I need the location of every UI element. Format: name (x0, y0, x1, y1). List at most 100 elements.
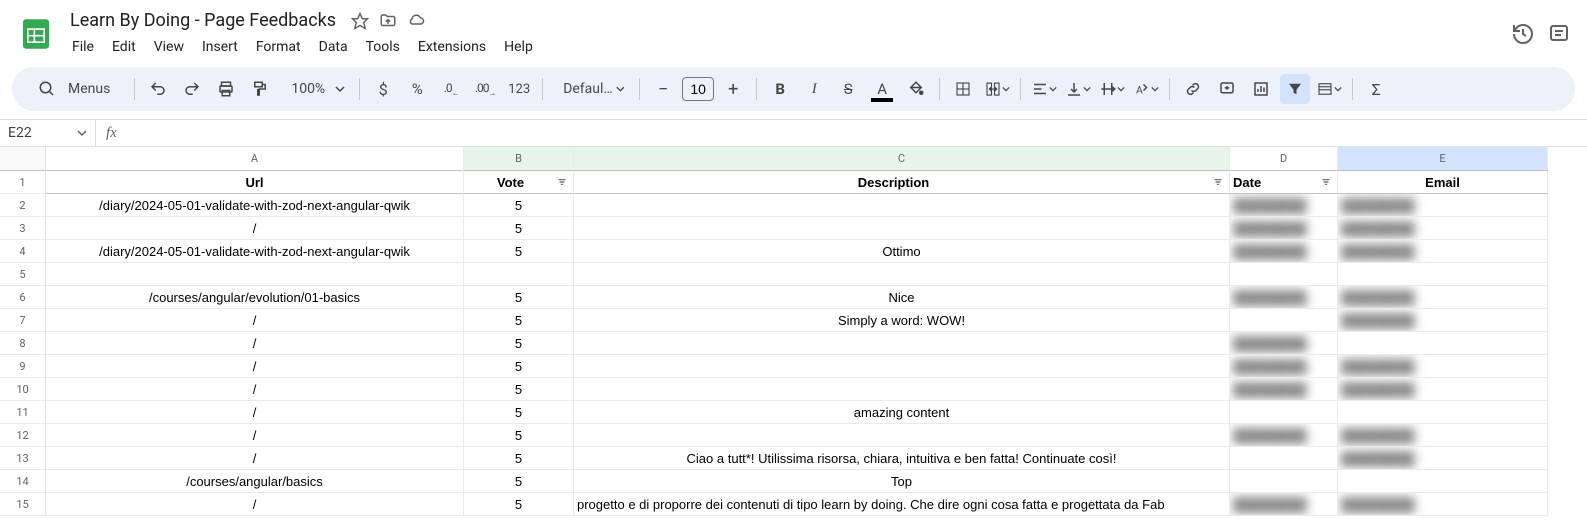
doc-title[interactable]: Learn By Doing - Page Feedbacks (64, 8, 342, 33)
wrap-button[interactable] (1097, 74, 1127, 104)
header-cell-url[interactable]: Url (46, 171, 464, 194)
column-header-E[interactable]: E (1338, 147, 1548, 171)
cell[interactable]: 5 (464, 401, 574, 424)
row-header[interactable]: 12 (0, 424, 46, 447)
row-header[interactable]: 2 (0, 194, 46, 217)
row-header[interactable]: 11 (0, 401, 46, 424)
header-cell-description[interactable]: Description (574, 171, 1230, 194)
cell[interactable]: progetto e di proporre dei contenuti di … (574, 493, 1230, 516)
cell[interactable]: ████████ (1230, 424, 1338, 447)
cell[interactable]: ████████ (1230, 286, 1338, 309)
percent-button[interactable]: % (402, 74, 432, 104)
menu-format[interactable]: Format (248, 35, 309, 59)
star-icon[interactable] (350, 11, 370, 31)
cell[interactable]: /diary/2024-05-01-validate-with-zod-next… (46, 194, 464, 217)
row-header[interactable]: 7 (0, 309, 46, 332)
cell[interactable]: / (46, 447, 464, 470)
cell[interactable]: ████████ (1338, 194, 1548, 217)
row-header[interactable]: 3 (0, 217, 46, 240)
cell[interactable]: / (46, 355, 464, 378)
strikethrough-button[interactable]: S (833, 74, 863, 104)
cell[interactable] (574, 424, 1230, 447)
row-header[interactable]: 10 (0, 378, 46, 401)
cell[interactable]: ████████ (1338, 217, 1548, 240)
cell[interactable]: 5 (464, 217, 574, 240)
column-header-A[interactable]: A (46, 147, 464, 171)
row-header[interactable]: 4 (0, 240, 46, 263)
functions-button[interactable]: Σ (1361, 74, 1391, 104)
cell[interactable]: ████████ (1338, 286, 1548, 309)
cell[interactable] (464, 263, 574, 286)
font-dropdown[interactable]: Defaul… (551, 77, 631, 101)
cell[interactable]: ████████ (1338, 447, 1548, 470)
cell[interactable] (1338, 470, 1548, 493)
cell[interactable]: /diary/2024-05-01-validate-with-zod-next… (46, 240, 464, 263)
menu-help[interactable]: Help (496, 35, 541, 59)
cell[interactable]: / (46, 493, 464, 516)
name-box[interactable]: E22 (0, 120, 96, 146)
cell[interactable]: 5 (464, 194, 574, 217)
cell[interactable]: /courses/angular/evolution/01-basics (46, 286, 464, 309)
cell[interactable]: Simply a word: WOW! (574, 309, 1230, 332)
column-header-D[interactable]: D (1230, 147, 1338, 171)
move-icon[interactable] (378, 11, 398, 31)
undo-button[interactable] (143, 74, 173, 104)
header-cell-email[interactable]: Email (1338, 171, 1548, 194)
paint-format-button[interactable] (245, 74, 275, 104)
row-header[interactable]: 13 (0, 447, 46, 470)
cell[interactable] (1230, 263, 1338, 286)
select-all-corner[interactable] (0, 147, 46, 171)
cell[interactable]: 5 (464, 355, 574, 378)
h-align-button[interactable] (1029, 74, 1059, 104)
cloud-icon[interactable] (406, 11, 426, 31)
cell[interactable]: 5 (464, 286, 574, 309)
cell[interactable]: ████████ (1338, 378, 1548, 401)
search-menus[interactable]: Menus (28, 74, 126, 104)
currency-button[interactable]: $ (368, 74, 398, 104)
cell[interactable]: Nice (574, 286, 1230, 309)
column-header-C[interactable]: C (574, 147, 1230, 171)
bold-button[interactable]: B (765, 74, 795, 104)
decrease-decimal-button[interactable]: .0← (436, 74, 466, 104)
cell[interactable]: ████████ (1230, 240, 1338, 263)
filter-icon[interactable] (554, 174, 570, 190)
row-header[interactable]: 1 (0, 171, 46, 194)
cell[interactable]: / (46, 401, 464, 424)
history-icon[interactable] (1511, 22, 1535, 46)
cell[interactable]: /courses/angular/basics (46, 470, 464, 493)
menu-data[interactable]: Data (311, 35, 356, 59)
cell[interactable]: ████████ (1338, 309, 1548, 332)
merge-button[interactable] (982, 74, 1012, 104)
menu-tools[interactable]: Tools (358, 35, 408, 59)
cell[interactable]: / (46, 332, 464, 355)
filter-icon[interactable] (1210, 174, 1226, 190)
cell[interactable] (574, 217, 1230, 240)
cell[interactable]: 5 (464, 378, 574, 401)
increase-decimal-button[interactable]: .00→ (470, 74, 500, 104)
print-button[interactable] (211, 74, 241, 104)
cell[interactable]: / (46, 309, 464, 332)
cell[interactable]: Ottimo (574, 240, 1230, 263)
filter-icon[interactable] (1318, 174, 1334, 190)
cell[interactable]: 5 (464, 470, 574, 493)
cell[interactable]: 5 (464, 493, 574, 516)
cell[interactable] (46, 263, 464, 286)
cell[interactable] (574, 332, 1230, 355)
cell[interactable]: ████████ (1338, 240, 1548, 263)
link-button[interactable] (1178, 74, 1208, 104)
v-align-button[interactable] (1063, 74, 1093, 104)
cell[interactable] (1230, 470, 1338, 493)
row-header[interactable]: 6 (0, 286, 46, 309)
cell[interactable]: ████████ (1230, 332, 1338, 355)
cell[interactable]: ████████ (1338, 355, 1548, 378)
cell[interactable] (1230, 447, 1338, 470)
cell[interactable]: 5 (464, 332, 574, 355)
cell[interactable] (1230, 309, 1338, 332)
font-size-input[interactable] (682, 77, 714, 101)
column-header-B[interactable]: B (464, 147, 574, 171)
cell[interactable]: ████████ (1230, 378, 1338, 401)
cell[interactable] (1338, 401, 1548, 424)
cell[interactable]: 5 (464, 447, 574, 470)
row-header[interactable]: 15 (0, 493, 46, 516)
italic-button[interactable]: I (799, 74, 829, 104)
